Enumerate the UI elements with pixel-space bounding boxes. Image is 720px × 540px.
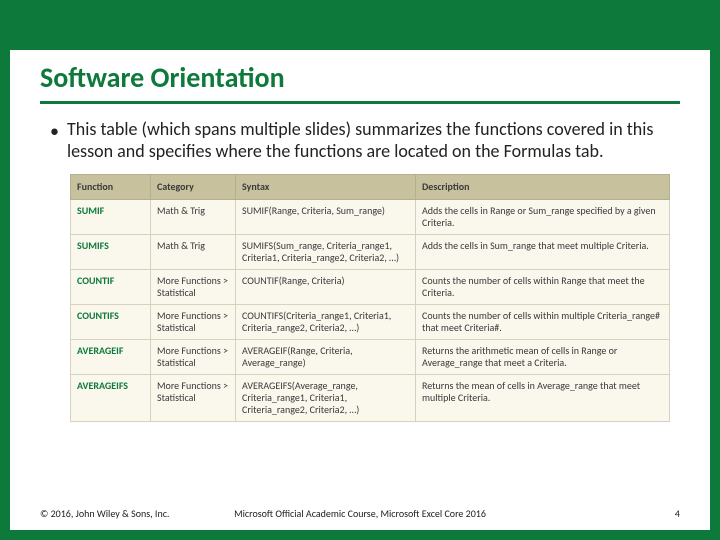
cell-syn: SUMIFS(Sum_range, Criteria_range1, Crite…	[236, 235, 416, 270]
col-function: Function	[71, 175, 151, 200]
bullet-text: This table (which spans multiple slides)…	[67, 118, 670, 162]
cell-cat: Math & Trig	[151, 200, 236, 235]
cell-cat: More Functions > Statistical	[151, 340, 236, 375]
cell-syn: COUNTIF(Range, Criteria)	[236, 270, 416, 305]
cell-syn: COUNTIFS(Criteria_range1, Criteria1, Cri…	[236, 305, 416, 340]
cell-fn: COUNTIFS	[71, 305, 151, 340]
cell-desc: Adds the cells in Range or Sum_range spe…	[416, 200, 670, 235]
cell-fn: AVERAGEIF	[71, 340, 151, 375]
cell-fn: AVERAGEIFS	[71, 375, 151, 422]
title-rule	[40, 101, 680, 104]
cell-desc: Counts the number of cells within multip…	[416, 305, 670, 340]
cell-fn: COUNTIF	[71, 270, 151, 305]
content-area: Software Orientation • This table (which…	[10, 50, 710, 422]
cell-desc: Counts the number of cells within Range …	[416, 270, 670, 305]
cell-cat: More Functions > Statistical	[151, 305, 236, 340]
table-header-row: Function Category Syntax Description	[71, 175, 670, 200]
cell-desc: Returns the arithmetic mean of cells in …	[416, 340, 670, 375]
bullet-item: • This table (which spans multiple slide…	[40, 118, 680, 172]
cell-cat: Math & Trig	[151, 235, 236, 270]
bullet-marker: •	[50, 120, 59, 142]
table-row: COUNTIF More Functions > Statistical COU…	[71, 270, 670, 305]
top-accent-bar	[10, 10, 710, 50]
cell-desc: Adds the cells in Sum_range that meet mu…	[416, 235, 670, 270]
page-title: Software Orientation	[40, 60, 680, 95]
cell-fn: SUMIFS	[71, 235, 151, 270]
table-row: AVERAGEIFS More Functions > Statistical …	[71, 375, 670, 422]
functions-table: Function Category Syntax Description SUM…	[70, 174, 670, 422]
cell-cat: More Functions > Statistical	[151, 270, 236, 305]
footer: © 2016, John Wiley & Sons, Inc. Microsof…	[40, 507, 680, 520]
cell-desc: Returns the mean of cells in Average_ran…	[416, 375, 670, 422]
page-number: 4	[675, 507, 680, 520]
col-description: Description	[416, 175, 670, 200]
cell-syn: AVERAGEIF(Range, Criteria, Average_range…	[236, 340, 416, 375]
cell-syn: SUMIF(Range, Criteria, Sum_range)	[236, 200, 416, 235]
table-row: SUMIFS Math & Trig SUMIFS(Sum_range, Cri…	[71, 235, 670, 270]
cell-cat: More Functions > Statistical	[151, 375, 236, 422]
cell-syn: AVERAGEIFS(Average_range, Criteria_range…	[236, 375, 416, 422]
table-row: COUNTIFS More Functions > Statistical CO…	[71, 305, 670, 340]
table-row: AVERAGEIF More Functions > Statistical A…	[71, 340, 670, 375]
cell-fn: SUMIF	[71, 200, 151, 235]
slide: Software Orientation • This table (which…	[10, 10, 710, 530]
col-category: Category	[151, 175, 236, 200]
copyright: © 2016, John Wiley & Sons, Inc.	[40, 507, 169, 520]
table-row: SUMIF Math & Trig SUMIF(Range, Criteria,…	[71, 200, 670, 235]
col-syntax: Syntax	[236, 175, 416, 200]
